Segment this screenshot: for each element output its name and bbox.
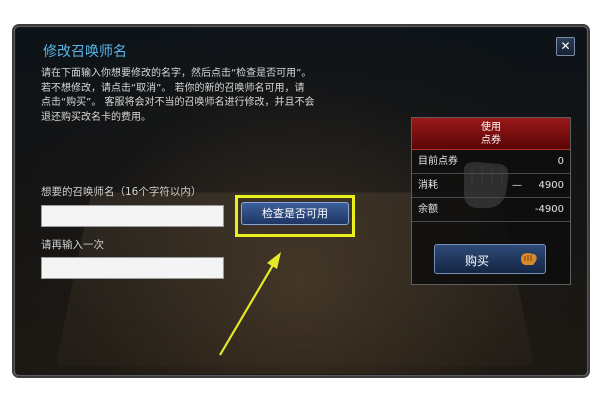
row-value: -4900 bbox=[534, 204, 564, 215]
row-label: 目前点券 bbox=[418, 156, 458, 167]
panel-header-line: 点券 bbox=[481, 135, 501, 146]
points-row: 消耗 — 4900 bbox=[412, 174, 570, 198]
row-label: 消耗 bbox=[418, 180, 438, 191]
buy-button-label: 购买 bbox=[465, 254, 490, 268]
points-row: 余额 -4900 bbox=[412, 198, 570, 222]
points-row: 目前点券 0 bbox=[412, 150, 570, 174]
row-value: 0 bbox=[557, 156, 564, 167]
rename-dialog: 修改召唤师名 ✕ 请在下面输入你想要修改的名字，然后点击“检查是否可用”。 若不… bbox=[14, 26, 588, 376]
buy-button[interactable]: 购买 bbox=[434, 244, 546, 274]
panel-header: 使用 点券 bbox=[412, 118, 570, 150]
row-label: 余额 bbox=[418, 204, 438, 215]
row-mid: — bbox=[512, 180, 522, 191]
riot-points-icon bbox=[521, 253, 537, 265]
points-panel: 使用 点券 目前点券 0 消耗 — 4900 余额 -4900 购买 bbox=[411, 117, 571, 285]
panel-header-line: 使用 bbox=[481, 122, 501, 133]
row-value: 4900 bbox=[538, 180, 564, 191]
